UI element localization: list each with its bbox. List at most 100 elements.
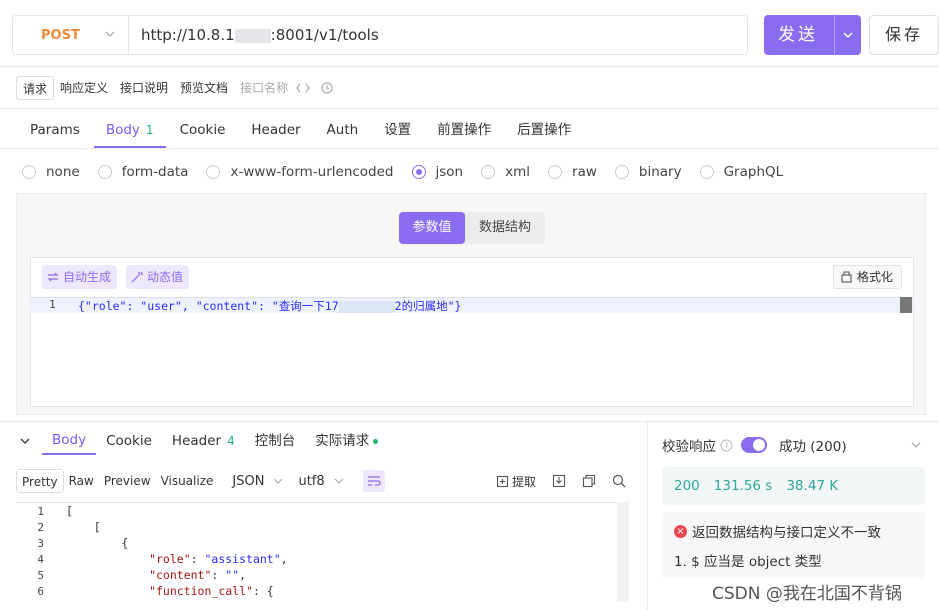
tab-auth[interactable]: Auth [315, 114, 371, 148]
scrollbar[interactable] [617, 502, 629, 602]
resp-tab-console[interactable]: 控制台 [245, 428, 306, 454]
radio-raw[interactable]: raw [548, 164, 597, 180]
resp-tab-actual-request[interactable]: 实际请求 [305, 428, 388, 454]
magic-wand-icon [131, 271, 143, 283]
request-body-code[interactable]: {"role": "user", "content": "查询一下17 2的归属地… [78, 298, 461, 314]
wrap-lines-button[interactable] [362, 470, 385, 492]
line-number: 4 [37, 553, 44, 566]
redacted-mask [338, 300, 395, 313]
encoding-select[interactable]: utf8 [298, 474, 344, 489]
minimap-marker [900, 297, 912, 313]
tab-settings[interactable]: 设置 [372, 114, 423, 148]
button-label: 提取 [512, 475, 537, 489]
radio-label: raw [572, 164, 597, 180]
radio-xml[interactable]: xml [481, 164, 530, 180]
line-number: 2 [37, 521, 44, 534]
tab-body[interactable]: Body 1 [93, 114, 166, 148]
radio-binary[interactable]: binary [614, 164, 682, 180]
tab-api-doc[interactable]: 接口说明 [114, 76, 174, 100]
watermark: CSDN @我在北国不背锅 [712, 584, 902, 604]
tab-cookie[interactable]: Cookie [168, 114, 238, 148]
code-line: 3 { [16, 535, 630, 551]
resp-tab-header[interactable]: Header 4 [162, 428, 245, 454]
code-line: 4 "role": "assistant", [16, 551, 630, 567]
body-count-badge: 1 [145, 123, 154, 137]
resp-tab-cookie[interactable]: Cookie [96, 428, 162, 454]
vertical-divider [647, 421, 648, 610]
extract-button[interactable]: 提取 [496, 473, 536, 490]
json-value: "" [225, 568, 240, 582]
response-stats: 200 131.56 s 38.47 K [662, 467, 925, 505]
method-select[interactable]: POST [13, 16, 129, 54]
send-button[interactable]: 发送 [764, 15, 861, 55]
validate-toggle[interactable] [741, 437, 767, 453]
view-raw[interactable]: Raw [64, 469, 99, 493]
svg-text:?: ? [724, 441, 728, 450]
resp-tab-body[interactable]: Body [42, 427, 97, 455]
response-body-code[interactable]: 1[ 2 [ 3 { 4 "role": "assistant", 5 "con… [16, 502, 630, 604]
divider [0, 66, 939, 67]
response-size: 38.47 K [786, 478, 839, 494]
collapse-icon[interactable] [18, 434, 32, 448]
radio-circle [206, 165, 221, 179]
tab-params[interactable]: Params [18, 114, 92, 148]
radio-urlencoded[interactable]: x-www-form-urlencoded [206, 164, 394, 180]
auto-generate-button[interactable]: 自动生成 [42, 265, 118, 289]
request-tabs: Params Body 1 Cookie Header Auth 设置 前置操作 … [18, 114, 585, 148]
url-input[interactable]: http://10.8.1:8001/v1/tools [141, 16, 379, 54]
tab-response-def[interactable]: 响应定义 [54, 76, 114, 100]
api-name-input[interactable]: 接口名称 [234, 76, 294, 100]
tab-request[interactable]: 请求 [16, 76, 55, 100]
error-item: 1. $ 应当是 object 类型 [674, 554, 822, 570]
chevron-down-icon [105, 31, 115, 37]
chevron-down-icon[interactable] [910, 439, 922, 451]
response-tabs: Body Cookie Header 4 控制台 实际请求 [18, 427, 388, 455]
radio-circle-selected [411, 165, 426, 179]
code-line: 2 [ [16, 519, 630, 535]
extract-icon [496, 475, 509, 488]
chevron-down-icon[interactable] [842, 29, 854, 41]
tab-label: 实际请求 [315, 433, 370, 449]
tab-label: 设置 [384, 122, 412, 138]
radio-json[interactable]: json [411, 164, 464, 180]
code-prefix: {"role": "user", "content": "查询一下17 [78, 299, 339, 313]
code-icon[interactable] [296, 82, 310, 94]
tab-preview-doc[interactable]: 预览文档 [174, 76, 234, 100]
line-number: 3 [37, 537, 44, 550]
download-icon[interactable] [552, 474, 566, 488]
tab-post-ops[interactable]: 后置操作 [505, 114, 583, 148]
tab-header[interactable]: Header [239, 114, 312, 148]
view-preview[interactable]: Preview [99, 469, 156, 493]
radio-none[interactable]: none [22, 164, 80, 180]
format-button[interactable]: 格式化 [833, 265, 903, 289]
line-number: 5 [37, 569, 44, 582]
copy-icon[interactable] [582, 474, 596, 488]
search-icon[interactable] [612, 474, 626, 488]
refresh-icon[interactable] [320, 81, 334, 95]
format-select[interactable]: JSON [232, 474, 284, 489]
view-visualize[interactable]: Visualize [156, 469, 219, 493]
dynamic-value-button[interactable]: 动态值 [126, 265, 190, 289]
radio-form-data[interactable]: form-data [97, 164, 188, 180]
chevron-down-icon [274, 478, 283, 484]
punct: , [239, 568, 247, 582]
tab-pre-ops[interactable]: 前置操作 [425, 114, 503, 148]
sub-tabs: 请求 响应定义 接口说明 预览文档 接口名称 [16, 76, 334, 100]
segment-data-structure[interactable]: 数据结构 [465, 212, 545, 244]
code-line: 6 "function_call": { [16, 583, 630, 599]
redacted-mask [234, 28, 271, 43]
radio-circle [481, 165, 496, 179]
tab-label: Header [171, 433, 222, 449]
save-button[interactable]: 保存 [869, 15, 939, 55]
radio-label: none [46, 164, 80, 180]
response-view-toolbar: Pretty Raw Preview Visualize JSON utf8 [16, 469, 385, 493]
radio-label: xml [505, 164, 531, 180]
radio-graphql[interactable]: GraphQL [699, 164, 783, 180]
radio-circle [614, 165, 629, 179]
segment-param-value[interactable]: 参数值 [399, 212, 465, 244]
radio-circle [548, 165, 563, 179]
validate-label: 校验响应 [662, 439, 716, 455]
radio-label: json [435, 164, 464, 180]
view-pretty[interactable]: Pretty [16, 469, 64, 493]
help-icon[interactable]: ? [720, 439, 733, 452]
